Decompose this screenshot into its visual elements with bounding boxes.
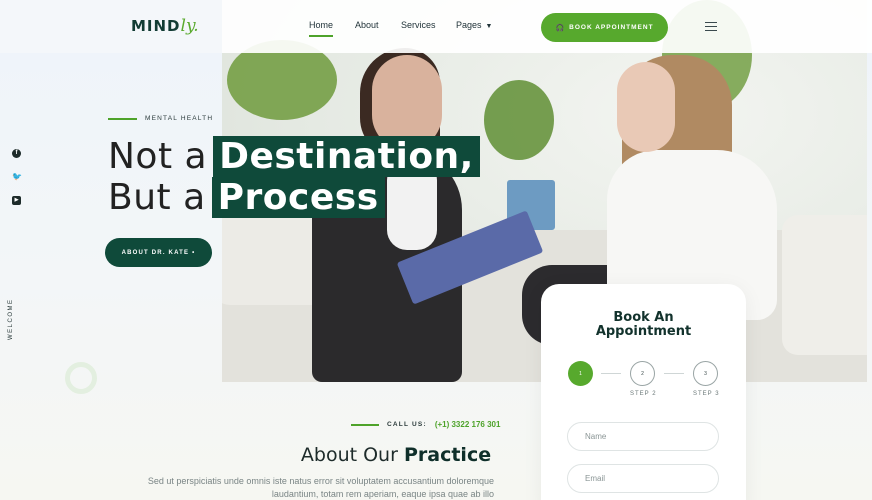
booking-card: Book An Appointment 1 2 3 STEP 2 STEP 3 … bbox=[541, 284, 746, 500]
eyebrow-line bbox=[108, 117, 137, 120]
step-1[interactable]: 1 bbox=[568, 361, 593, 386]
booking-title: Book An Appointment bbox=[541, 311, 746, 339]
hero-eyebrow: MENTAL HEALTH bbox=[108, 115, 213, 122]
caret-down-icon: ▼ bbox=[485, 23, 493, 30]
site-header: MINDly. Home About Services Pages ▼ 🎧 BOO… bbox=[0, 0, 872, 53]
hero-line1-highlight: Destination, bbox=[213, 136, 480, 177]
menu-icon[interactable] bbox=[705, 22, 717, 31]
step-3-label: STEP 3 bbox=[693, 391, 720, 397]
booking-title-line1: Book An bbox=[613, 310, 674, 325]
youtube-icon[interactable]: ▶ bbox=[12, 196, 21, 205]
step-2-label: STEP 2 bbox=[630, 391, 657, 397]
book-appointment-label: BOOK APPOINTMENT bbox=[569, 24, 654, 31]
booking-title-line2: Appointment bbox=[595, 324, 692, 339]
step-2[interactable]: 2 bbox=[630, 361, 655, 386]
twitter-icon[interactable]: 🐦 bbox=[12, 172, 22, 181]
name-field[interactable]: Name bbox=[567, 422, 719, 451]
email-field[interactable]: Email bbox=[567, 464, 719, 493]
call-line bbox=[351, 423, 379, 426]
book-appointment-button[interactable]: 🎧 BOOK APPOINTMENT bbox=[541, 13, 668, 42]
call-us: CALL US: (+1) 3322 176 301 bbox=[351, 420, 500, 429]
hero-title-line2: But a Process bbox=[108, 177, 385, 218]
nav-about[interactable]: About bbox=[355, 20, 379, 30]
eyebrow-text: MENTAL HEALTH bbox=[145, 115, 214, 122]
logo-script: ly. bbox=[180, 16, 199, 36]
step-connector bbox=[601, 373, 621, 374]
headphones-icon: 🎧 bbox=[555, 24, 566, 32]
decorative-ring bbox=[65, 362, 97, 394]
nav-pages-label: Pages bbox=[456, 20, 482, 30]
welcome-label: WELCOME bbox=[8, 298, 14, 340]
about-dr-kate-button[interactable]: ABOUT DR. KATE • bbox=[105, 238, 212, 267]
about-title-plain: About Our bbox=[300, 444, 398, 466]
logo-text: MIND bbox=[131, 17, 181, 35]
facebook-icon[interactable]: f bbox=[12, 149, 21, 158]
nav-pages[interactable]: Pages ▼ bbox=[456, 20, 492, 30]
site-logo[interactable]: MINDly. bbox=[131, 16, 199, 36]
about-text: Sed ut perspiciatis unde omnis iste natu… bbox=[147, 476, 494, 499]
about-title-bold: Practice bbox=[403, 444, 492, 466]
hero-title-line1: Not a Destination, bbox=[108, 136, 480, 177]
call-label: CALL US: bbox=[387, 421, 427, 428]
hero-line1-plain: Not a bbox=[108, 136, 208, 177]
step-3[interactable]: 3 bbox=[693, 361, 718, 386]
nav-home[interactable]: Home bbox=[309, 20, 334, 37]
hero-line2-plain: But a bbox=[108, 177, 206, 218]
nav-services[interactable]: Services bbox=[401, 20, 436, 30]
phone-link[interactable]: (+1) 3322 176 301 bbox=[435, 420, 501, 429]
hero-line2-highlight: Process bbox=[211, 177, 385, 218]
step-connector bbox=[664, 373, 684, 374]
